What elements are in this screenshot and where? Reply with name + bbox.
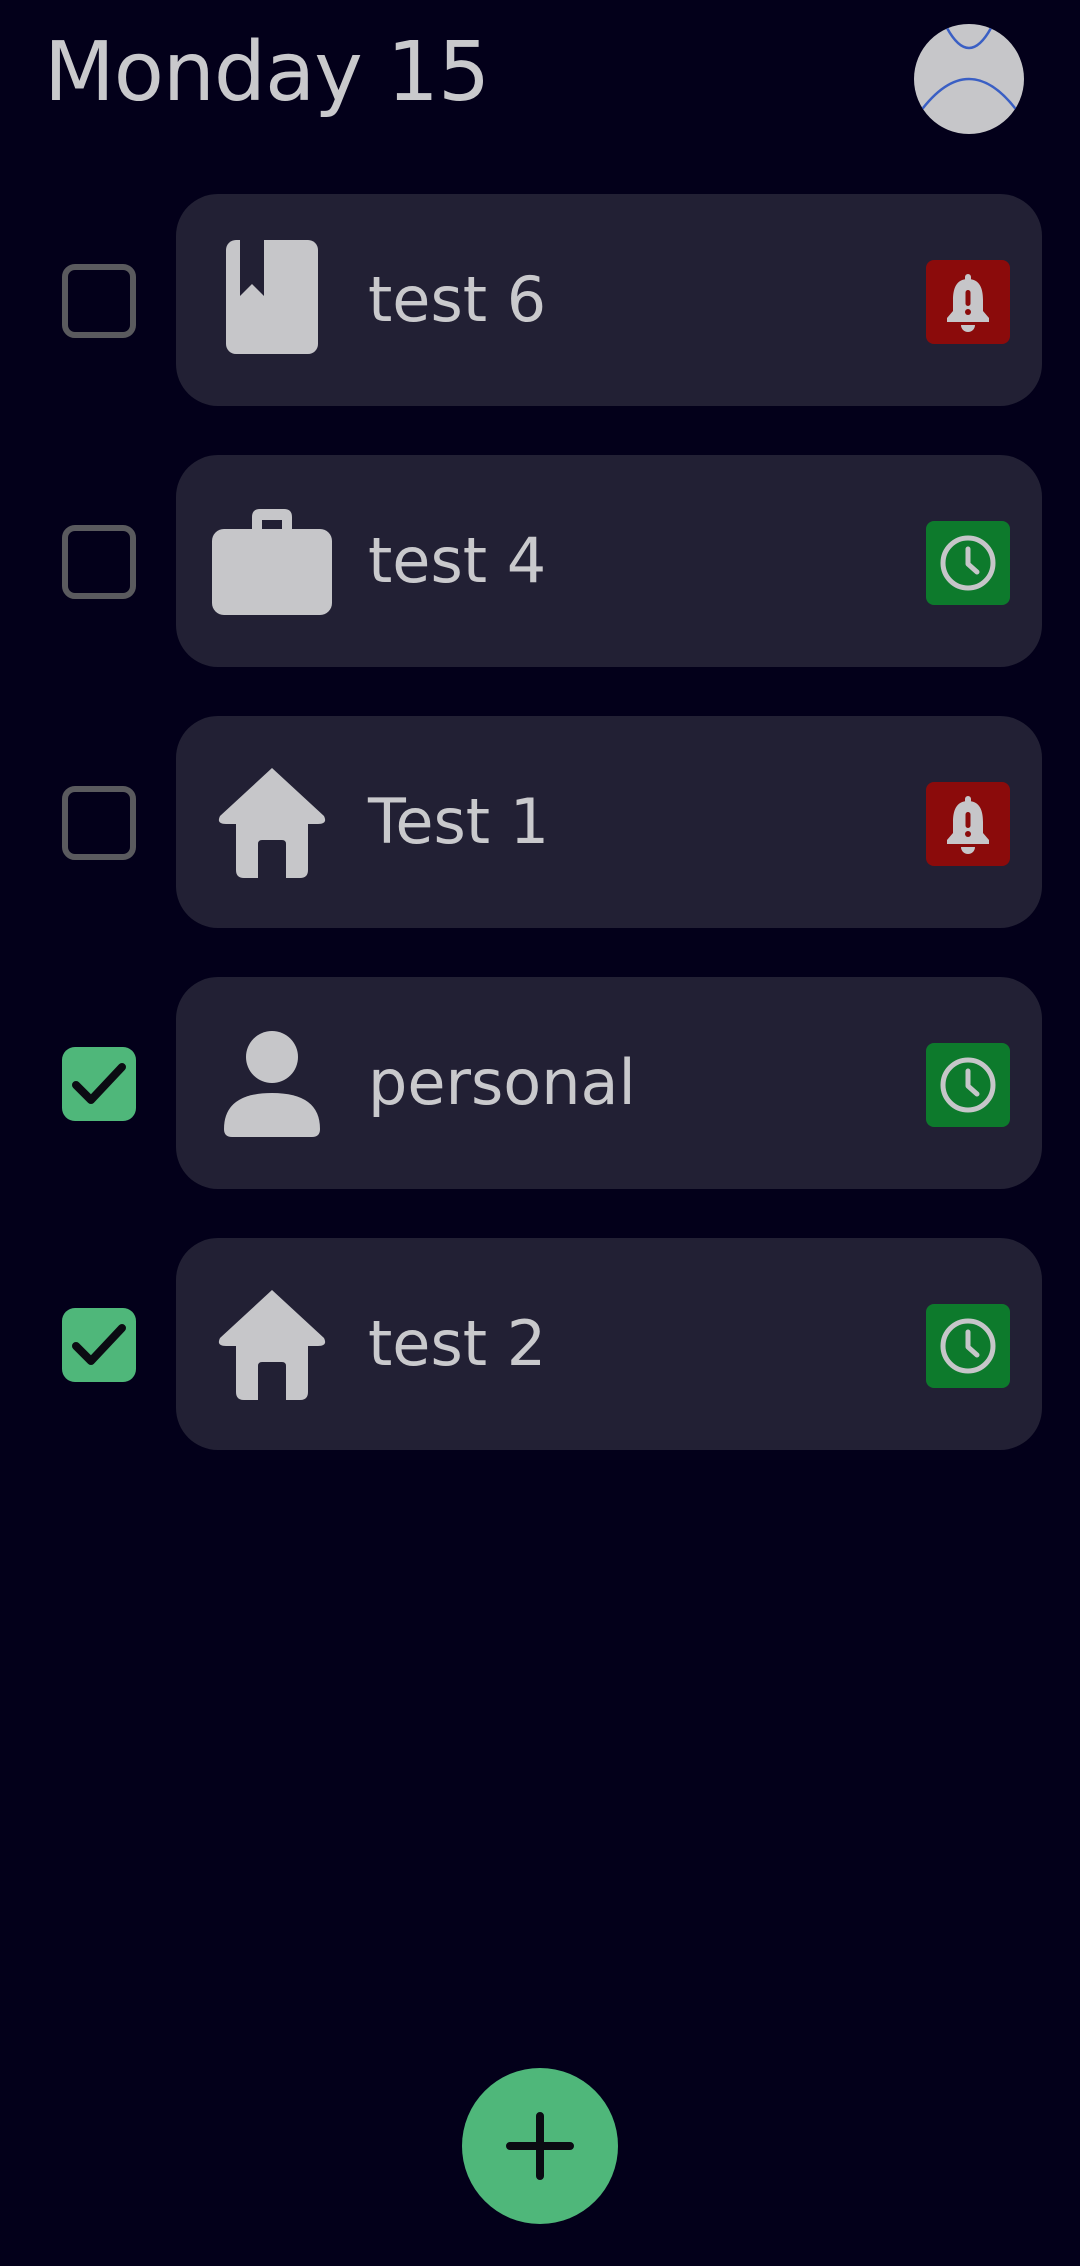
add-task-button[interactable] bbox=[462, 2068, 618, 2224]
bell-icon bbox=[947, 274, 989, 332]
checkmark-icon bbox=[72, 1324, 126, 1365]
task-card[interactable]: personal bbox=[176, 977, 1042, 1189]
page-title: Monday 15 bbox=[44, 25, 490, 120]
reminder-badge[interactable] bbox=[926, 521, 1010, 605]
task-label: personal bbox=[368, 1046, 636, 1119]
task-checkbox[interactable] bbox=[62, 264, 136, 338]
person-icon bbox=[212, 1023, 332, 1143]
task-checkbox[interactable] bbox=[62, 525, 136, 599]
task-card[interactable]: test 6 bbox=[176, 194, 1042, 406]
checkmark-icon bbox=[72, 1063, 126, 1104]
home-icon bbox=[212, 762, 332, 882]
alarm-badge[interactable] bbox=[926, 782, 1010, 866]
bookmark-book-icon bbox=[212, 240, 332, 360]
clock-icon bbox=[940, 1057, 996, 1113]
task-row: test 6 bbox=[0, 194, 1080, 406]
task-checkbox[interactable] bbox=[62, 1047, 136, 1121]
task-row: test 4 bbox=[0, 455, 1080, 667]
todo-screen: Monday 15 test 6 test 4 Test 1 personal … bbox=[0, 0, 1080, 2266]
clock-icon bbox=[940, 1318, 996, 1374]
task-row: Test 1 bbox=[0, 716, 1080, 928]
task-card[interactable]: test 2 bbox=[176, 1238, 1042, 1450]
task-card[interactable]: test 4 bbox=[176, 455, 1042, 667]
task-label: test 4 bbox=[368, 524, 547, 597]
home-icon bbox=[212, 1284, 332, 1404]
task-card[interactable]: Test 1 bbox=[176, 716, 1042, 928]
alarm-badge[interactable] bbox=[926, 260, 1010, 344]
plus-icon bbox=[506, 2112, 574, 2180]
task-label: test 2 bbox=[368, 1307, 547, 1380]
reminder-badge[interactable] bbox=[926, 1043, 1010, 1127]
task-label: Test 1 bbox=[368, 785, 550, 858]
task-checkbox[interactable] bbox=[62, 1308, 136, 1382]
briefcase-icon bbox=[212, 501, 332, 621]
task-row: test 2 bbox=[0, 1238, 1080, 1450]
task-row: personal bbox=[0, 977, 1080, 1189]
task-label: test 6 bbox=[368, 263, 547, 336]
reminder-badge[interactable] bbox=[926, 1304, 1010, 1388]
avatar[interactable] bbox=[914, 24, 1024, 134]
clock-icon bbox=[940, 535, 996, 591]
task-checkbox[interactable] bbox=[62, 786, 136, 860]
user-avatar-icon bbox=[918, 27, 1020, 113]
bell-icon bbox=[947, 796, 989, 854]
